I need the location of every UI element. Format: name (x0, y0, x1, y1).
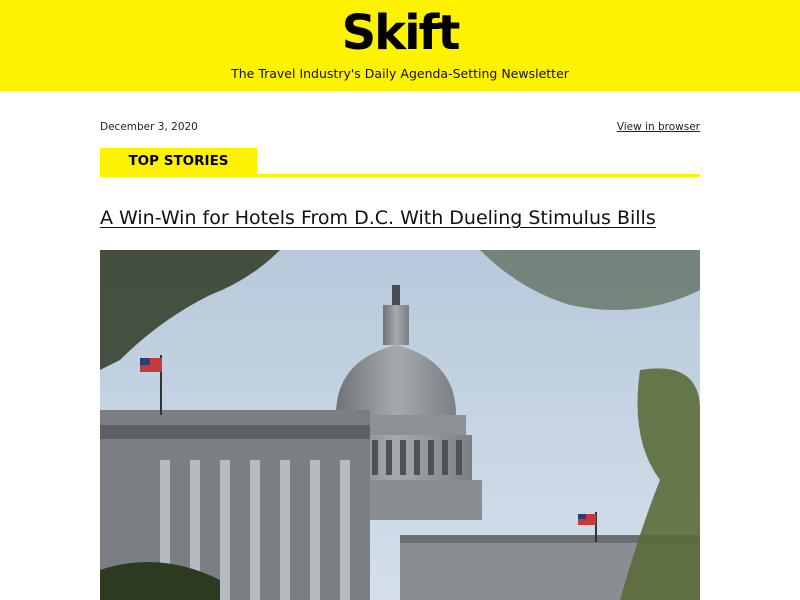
section-title: TOP STORIES (100, 148, 257, 175)
section-divider (100, 174, 700, 177)
issue-date: December 3, 2020 (100, 121, 198, 133)
meta-row: December 3, 2020 View in browser (100, 120, 700, 136)
view-in-browser-link[interactable]: View in browser (617, 121, 700, 133)
newsletter-tagline: The Travel Industry's Daily Agenda-Setti… (231, 66, 569, 81)
section-header: TOP STORIES (100, 148, 700, 178)
capitol-photo-icon (100, 250, 700, 600)
story-hero-image[interactable] (100, 250, 700, 600)
masthead: Skift The Travel Industry's Daily Agenda… (0, 0, 800, 91)
skift-logo[interactable]: Skift (0, 6, 800, 60)
story-headline-link[interactable]: A Win-Win for Hotels From D.C. With Duel… (100, 207, 700, 229)
